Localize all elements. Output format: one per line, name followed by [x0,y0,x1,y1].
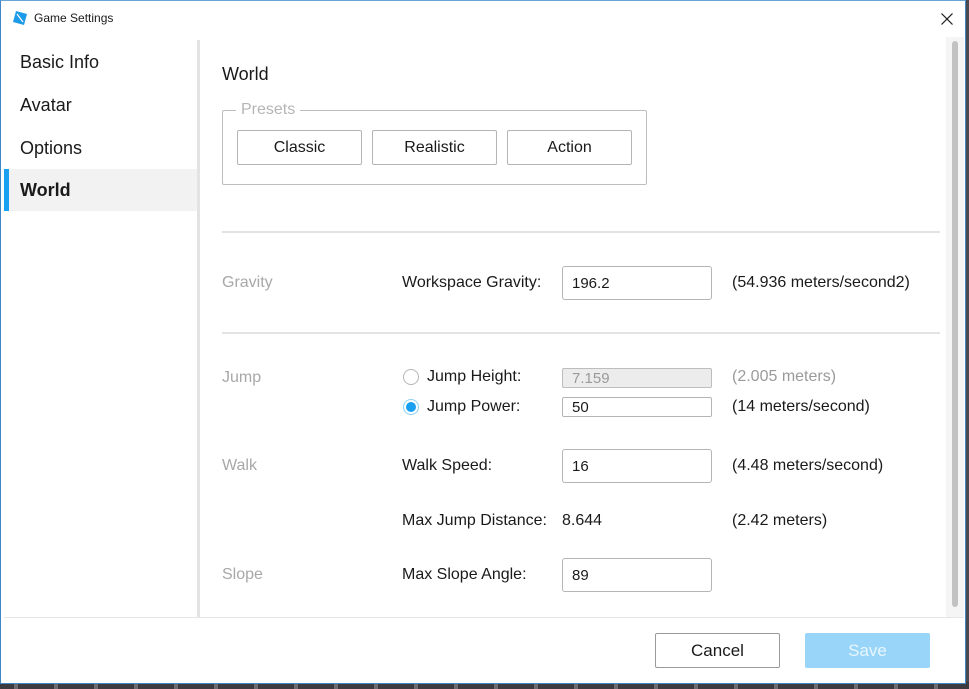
slope-section-label: Slope [222,566,263,583]
divider [222,231,940,233]
presets-group: Presets Classic Realistic Action [222,101,647,185]
max-jump-distance-unit-text: (2.42 meters) [732,512,828,529]
jump-section-label: Jump [222,369,262,386]
jump-power-label: Jump Power: [427,398,521,415]
game-settings-dialog: Game Settings Basic Info Avatar Options … [0,0,966,684]
save-button[interactable]: Save [805,633,930,668]
jump-power-radio[interactable] [403,399,419,415]
roblox-studio-icon [13,11,27,25]
walk-speed-unit-text: (4.48 meters/second) [732,457,884,474]
max-jump-distance-label: Max Jump Distance: [402,512,547,529]
jump-power-input[interactable] [562,397,712,417]
sidebar-item-label: Options [20,137,83,158]
jump-height-unit-text: (2.005 meters) [732,368,837,385]
jump-height-input [562,368,712,388]
max-slope-angle-input[interactable] [562,558,712,592]
gravity-section-label: Gravity [222,274,273,291]
page-title: World [222,64,269,84]
window-title: Game Settings [34,11,114,25]
scrollbar-thumb[interactable] [952,41,958,607]
max-slope-angle-label: Max Slope Angle: [402,566,527,583]
sidebar-item-label: Avatar [20,94,72,115]
world-settings-panel: World Presets Classic Realistic Action G… [200,40,947,617]
sidebar-item-options[interactable]: Options [4,127,197,169]
sidebar-item-world[interactable]: World [4,169,197,211]
gravity-unit-text: (54.936 meters/second2) [732,274,910,291]
preset-action-button[interactable]: Action [507,130,632,165]
cancel-button[interactable]: Cancel [655,633,780,668]
sidebar-item-basic-info[interactable]: Basic Info [4,41,197,83]
jump-power-unit-text: (14 meters/second) [732,398,870,415]
preset-classic-button[interactable]: Classic [237,130,362,165]
footer-divider [4,617,964,618]
title-bar: Game Settings [1,1,965,37]
walk-speed-label: Walk Speed: [402,457,493,474]
workspace-gravity-label: Workspace Gravity: [402,274,542,291]
preset-realistic-button[interactable]: Realistic [372,130,497,165]
sidebar-item-avatar[interactable]: Avatar [4,84,197,126]
max-jump-distance-value: 8.644 [562,512,603,529]
sidebar-item-label: Basic Info [20,51,100,72]
sidebar-item-label: World [20,179,71,200]
jump-height-radio[interactable] [403,369,419,385]
walk-speed-input[interactable] [562,449,712,483]
settings-sidebar: Basic Info Avatar Options World [4,40,197,616]
close-icon [941,13,953,25]
workspace-gravity-input[interactable] [562,266,712,300]
presets-legend: Presets [236,101,301,119]
walk-section-label: Walk [222,457,257,474]
jump-height-label: Jump Height: [427,368,522,385]
divider [222,332,940,334]
close-button[interactable] [933,5,961,33]
